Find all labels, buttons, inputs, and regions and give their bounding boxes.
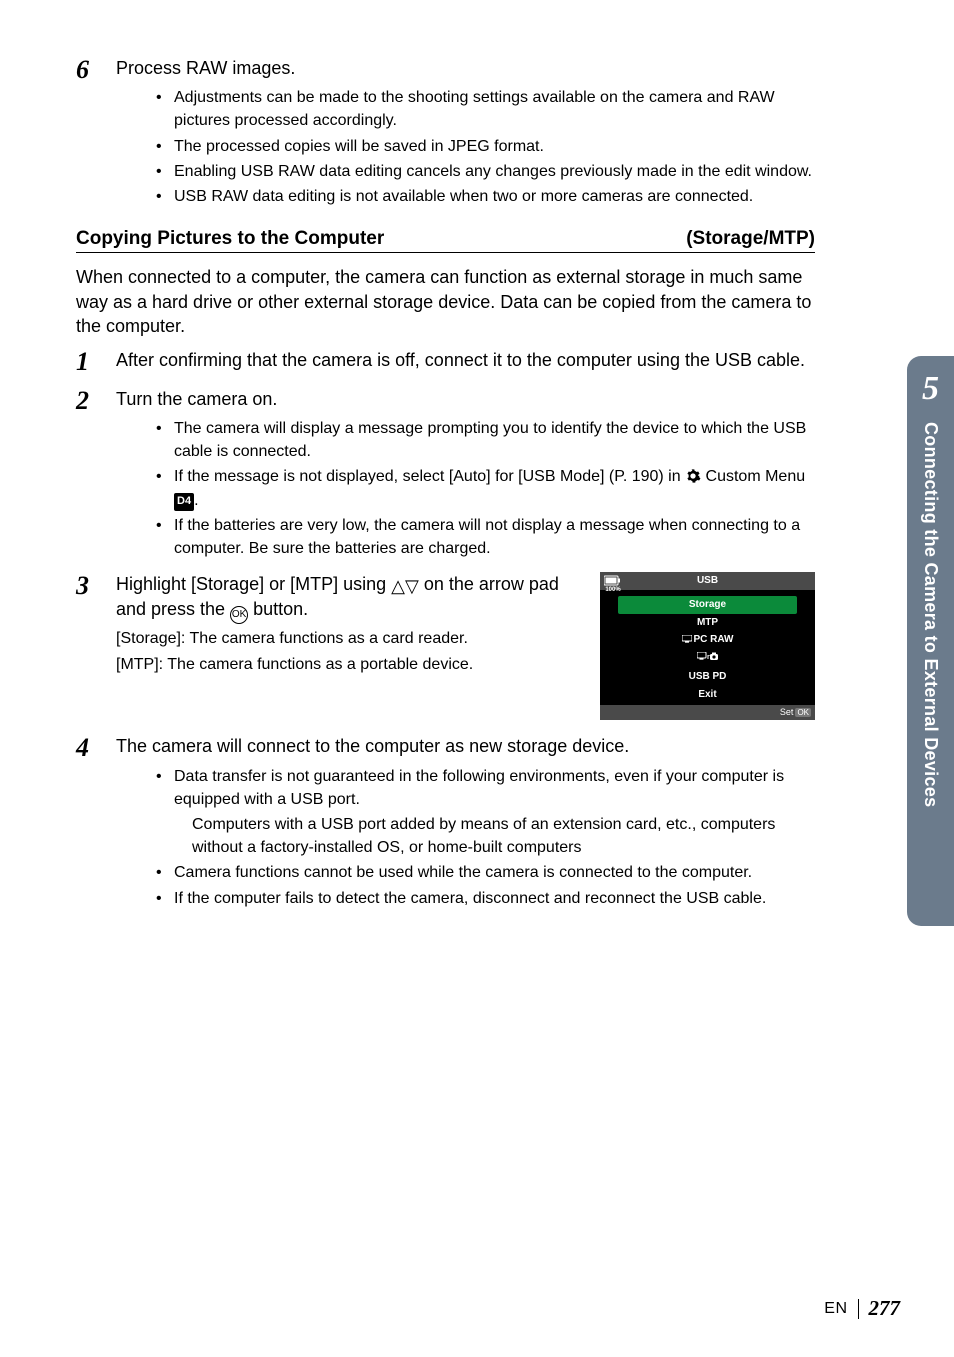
step-number: 6 bbox=[76, 56, 116, 85]
lcd-bottom-bar: SetOK bbox=[600, 705, 815, 720]
section-heading: Copying Pictures to the Computer (Storag… bbox=[76, 228, 815, 253]
svg-text:r: r bbox=[707, 654, 710, 661]
bullet-item: •If the computer fails to detect the cam… bbox=[156, 887, 815, 910]
d4-badge-icon: D4 bbox=[174, 493, 194, 511]
ok-button-icon: OK bbox=[230, 606, 248, 624]
step-body: Highlight [Storage] or [MTP] using △▽ on… bbox=[116, 572, 815, 720]
bullet-text: USB RAW data editing is not available wh… bbox=[174, 185, 815, 208]
step-4: 4 The camera will connect to the compute… bbox=[76, 734, 815, 911]
bullet-item: •The camera will display a message promp… bbox=[156, 417, 815, 463]
triangle-down-icon: ▽ bbox=[405, 577, 419, 595]
bullet-item: • If the message is not displayed, selec… bbox=[156, 465, 815, 512]
bullet-list: •Adjustments can be made to the shooting… bbox=[116, 86, 815, 208]
heading-left: Copying Pictures to the Computer bbox=[76, 228, 384, 250]
bullet-text: If the computer fails to detect the came… bbox=[174, 887, 815, 910]
bullet-text: If the batteries are very low, the camer… bbox=[174, 514, 815, 560]
step-title: Process RAW images. bbox=[116, 56, 815, 80]
step-description: [Storage]: The camera functions as a car… bbox=[116, 628, 570, 650]
bullet-item: •Data transfer is not guaranteed in the … bbox=[156, 765, 815, 811]
step-body: After confirming that the camera is off,… bbox=[116, 348, 815, 372]
step-6: 6 Process RAW images. •Adjustments can b… bbox=[76, 56, 815, 210]
intro-paragraph: When connected to a computer, the camera… bbox=[76, 265, 815, 338]
page-number: 277 bbox=[869, 1296, 901, 1321]
bullet-item: •Enabling USB RAW data editing cancels a… bbox=[156, 160, 815, 183]
monitor-icon bbox=[682, 634, 692, 648]
chapter-number: 5 bbox=[907, 370, 954, 408]
lcd-menu-list: Storage MTP PC RAW r USB PD Exit bbox=[600, 590, 815, 703]
step-3: 3 Highlight [Storage] or [MTP] using △▽ … bbox=[76, 572, 815, 720]
bullet-list: •The camera will display a message promp… bbox=[116, 417, 815, 560]
step-number: 2 bbox=[76, 387, 116, 416]
language-code: EN bbox=[824, 1300, 847, 1318]
camera-lcd-screenshot: 100% USB Storage MTP PC RAW r USB PD Exi… bbox=[600, 572, 815, 720]
footer-divider bbox=[858, 1299, 859, 1319]
step-number: 1 bbox=[76, 348, 116, 377]
bullet-item: •The processed copies will be saved in J… bbox=[156, 135, 815, 158]
page-footer: EN 277 bbox=[824, 1296, 900, 1321]
gear-icon bbox=[685, 466, 701, 489]
bullet-list: •Data transfer is not guaranteed in the … bbox=[116, 765, 815, 910]
step-body: The camera will connect to the computer … bbox=[116, 734, 815, 911]
lcd-menu-item-mtp[interactable]: MTP bbox=[618, 614, 797, 632]
step-title: After confirming that the camera is off,… bbox=[116, 348, 815, 372]
lcd-menu-item-storage[interactable]: Storage bbox=[618, 596, 797, 614]
battery-icon: 100% bbox=[604, 575, 622, 593]
lcd-title: USB bbox=[697, 575, 718, 586]
lcd-menu-item-usbpd[interactable]: USB PD bbox=[618, 668, 797, 686]
step-number: 3 bbox=[76, 572, 116, 601]
heading-right: (Storage/MTP) bbox=[686, 228, 815, 250]
bullet-text: Data transfer is not guaranteed in the f… bbox=[174, 765, 815, 811]
chapter-title: Connecting the Camera to External Device… bbox=[920, 422, 941, 807]
sub-bullet-text: Computers with a USB port added by means… bbox=[156, 813, 815, 859]
lcd-menu-item-exit[interactable]: Exit bbox=[618, 686, 797, 704]
step-title: The camera will connect to the computer … bbox=[116, 734, 815, 758]
bullet-text: The camera will display a message prompt… bbox=[174, 417, 815, 463]
bullet-text: Camera functions cannot be used while th… bbox=[174, 861, 815, 884]
step-description: [MTP]: The camera functions as a portabl… bbox=[116, 654, 570, 676]
lcd-title-bar: 100% USB bbox=[600, 572, 815, 590]
bullet-text: If the message is not displayed, select … bbox=[174, 465, 815, 512]
step-body: Turn the camera on. •The camera will dis… bbox=[116, 387, 815, 563]
lcd-menu-item-pcraw[interactable]: PC RAW bbox=[618, 631, 797, 650]
monitor-camera-icon: r bbox=[697, 654, 719, 665]
bullet-item: •Adjustments can be made to the shooting… bbox=[156, 86, 815, 132]
bullet-text: The processed copies will be saved in JP… bbox=[174, 135, 815, 158]
ok-badge-icon: OK bbox=[795, 708, 811, 717]
bullet-item: •USB RAW data editing is not available w… bbox=[156, 185, 815, 208]
bullet-item: •Camera functions cannot be used while t… bbox=[156, 861, 815, 884]
step-title: Turn the camera on. bbox=[116, 387, 815, 411]
step-number: 4 bbox=[76, 734, 116, 763]
step-title: Highlight [Storage] or [MTP] using △▽ on… bbox=[116, 572, 570, 623]
bullet-item: •If the batteries are very low, the came… bbox=[156, 514, 815, 560]
bullet-text: Enabling USB RAW data editing cancels an… bbox=[174, 160, 815, 183]
bullet-text: Adjustments can be made to the shooting … bbox=[174, 86, 815, 132]
step-body: Process RAW images. •Adjustments can be … bbox=[116, 56, 815, 210]
chapter-side-tab: 5 Connecting the Camera to External Devi… bbox=[907, 356, 954, 926]
step-1: 1 After confirming that the camera is of… bbox=[76, 348, 815, 377]
step-2: 2 Turn the camera on. •The camera will d… bbox=[76, 387, 815, 563]
triangle-up-icon: △ bbox=[391, 577, 405, 595]
lcd-menu-item-tether[interactable]: r bbox=[618, 650, 797, 669]
